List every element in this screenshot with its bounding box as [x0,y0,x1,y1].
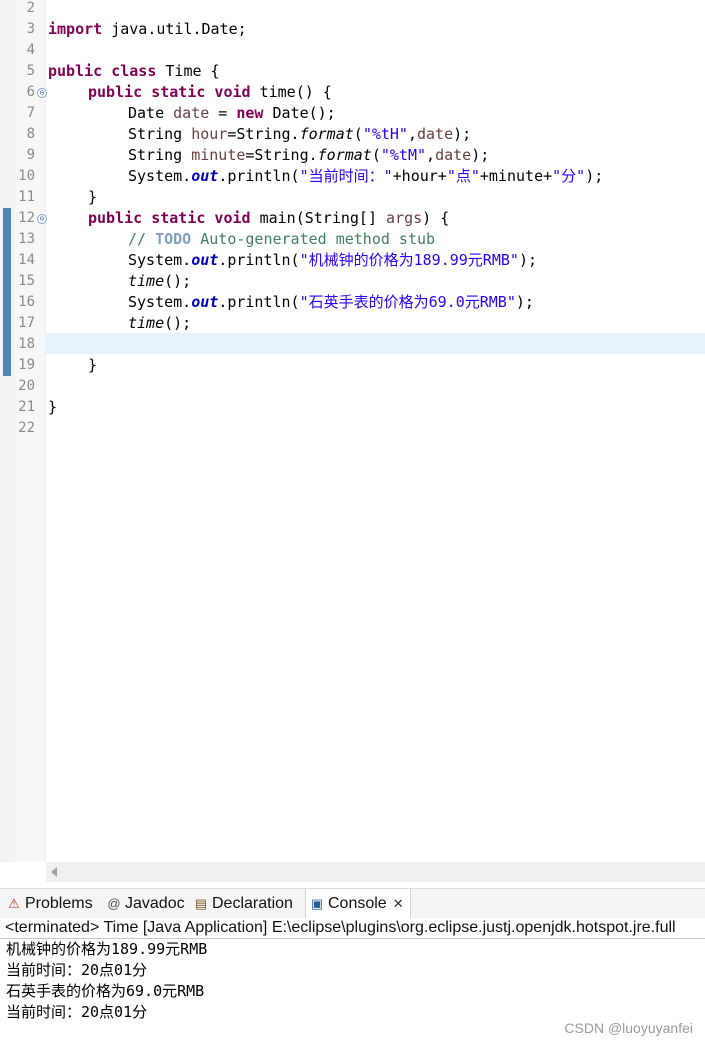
line-number: 11 [18,189,35,205]
line-number: 5 [26,63,35,79]
line-number: 3 [26,21,35,37]
overview-ruler [0,0,15,862]
line-number: 2 [26,0,35,16]
line-number: 8 [26,126,35,142]
current-line-highlight [46,333,705,354]
code-line-19: } [88,356,98,374]
code-line-10: System.out.println("当前时间："+hour+"点"+minu… [128,167,604,185]
declaration-icon: ▤ [194,896,208,911]
console-output-line: 石英手表的价格为69.0元RMB [6,982,205,1000]
line-number: 16 [18,294,35,310]
code-line-21: } [48,398,58,416]
tab-console[interactable]: ▣ Console ✕ [305,889,411,919]
fold-collapse-icon[interactable]: ⊖ [37,214,47,224]
change-marker [3,208,11,376]
watermark: CSDN @luoyuyanfei [564,1020,693,1036]
code-line-15: time(); [128,272,192,290]
problems-icon: ⚠ [8,896,20,911]
console-output-line: 当前时间：20点01分 [6,1003,148,1021]
javadoc-icon: @ [107,896,121,911]
code-line-17: time(); [128,314,192,332]
code-line-8: String hour=String.format("%tH",date); [128,125,472,143]
line-number: 10 [18,168,35,184]
line-number: 14 [18,252,35,268]
line-number-gutter: 2 3 4 5 6 7 8 9 10 11 12 13 14 15 16 17 … [15,0,47,862]
line-number: 18 [18,336,35,352]
tab-problems[interactable]: ⚠ Problems [6,889,92,919]
line-number: 6 [26,84,35,100]
console-output-line: 当前时间：20点01分 [6,961,148,979]
line-number: 9 [26,147,35,163]
scroll-left-icon[interactable] [51,867,57,877]
line-number: 21 [18,399,35,415]
line-number: 19 [18,357,35,373]
line-number: 20 [18,378,35,394]
code-line-3: import java.util.Date; [48,20,247,38]
code-line-9: String minute=String.format("%tM",date); [128,146,490,164]
line-number: 13 [18,231,35,247]
line-number: 12 [18,210,35,226]
line-number: 4 [26,42,35,58]
tab-javadoc[interactable]: @ Javadoc [106,889,184,919]
gutter-footer [0,862,46,882]
fold-collapse-icon[interactable]: ⊖ [37,88,47,98]
console-icon: ▣ [310,896,324,911]
code-line-12: public static void main(String[] args) { [88,209,450,227]
line-number: 15 [18,273,35,289]
code-editor[interactable]: 2 3 4 5 6 7 8 9 10 11 12 13 14 15 16 17 … [0,0,705,862]
code-line-11: } [88,188,98,206]
line-number: 17 [18,315,35,331]
console-header: <terminated> Time [Java Application] E:\… [0,918,705,939]
code-line-7: Date date = new Date(); [128,104,336,122]
view-tab-bar: ⚠ Problems @ Javadoc ▤ Declaration ▣ Console… [0,888,705,919]
horizontal-scrollbar[interactable] [46,862,705,882]
code-line-6: public static void time() { [88,83,332,101]
code-line-16: System.out.println("石英手表的价格为69.0元RMB"); [128,293,534,311]
console-output-line: 机械钟的价格为189.99元RMB [6,940,208,958]
line-number: 22 [18,420,35,436]
code-line-13: // TODO Auto-generated method stub [128,230,436,248]
tab-declaration[interactable]: ▤ Declaration [193,889,293,919]
code-line-5: public class Time { [48,62,220,80]
close-icon[interactable]: ✕ [393,896,404,911]
code-line-14: System.out.println("机械钟的价格为189.99元RMB"); [128,251,537,269]
line-number: 7 [26,105,35,121]
